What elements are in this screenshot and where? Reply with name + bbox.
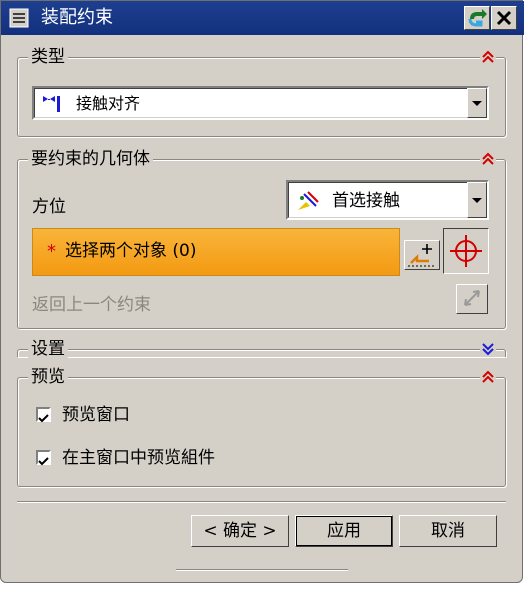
collapse-icon[interactable] <box>480 151 496 167</box>
settings-group-label[interactable]: 设置 <box>28 337 68 361</box>
preferred-touch-icon <box>298 191 319 210</box>
preview-group: 预览 预览窗口 在主窗口中预览組件 <box>17 365 506 487</box>
apply-button[interactable]: 应用 <box>295 515 393 547</box>
type-select-value: 接触对齐 <box>76 94 141 113</box>
preview-in-main-window-checkbox[interactable] <box>36 450 51 466</box>
collapse-icon[interactable] <box>480 49 496 65</box>
expand-icon[interactable] <box>480 341 496 357</box>
add-object-button[interactable] <box>404 240 440 270</box>
preview-window-checkbox[interactable] <box>36 407 51 423</box>
cancel-button[interactable]: 取消 <box>399 515 497 547</box>
type-dropdown-button[interactable] <box>467 88 487 118</box>
chevron-down-icon <box>472 101 482 106</box>
collapse-icon[interactable] <box>480 369 496 385</box>
window-title: 装配约束 <box>41 7 113 28</box>
assembly-constraint-dialog: 装配约束 类型 接触对齐 要约束的几何体 方位 首选接触 * 选择两个对象 (0… <box>0 0 524 583</box>
select-target-button[interactable] <box>443 228 489 274</box>
type-select[interactable]: 接触对齐 <box>32 86 489 120</box>
geometry-group: 要约束的几何体 方位 首选接触 * 选择两个对象 (0) 返回上一个约束 <box>17 147 506 329</box>
select-objects-prompt: 选择两个对象 (0) <box>65 241 197 261</box>
orientation-dropdown-button[interactable] <box>467 182 487 218</box>
back-to-previous-constraint: 返回上一个约束 <box>32 295 151 315</box>
orientation-value: 首选接触 <box>332 191 400 211</box>
reverse-last-constraint-button <box>456 284 488 314</box>
touch-align-icon <box>43 96 60 112</box>
close-button[interactable] <box>491 6 517 30</box>
geometry-group-label: 要约束的几何体 <box>28 147 153 171</box>
resize-grip[interactable] <box>176 569 348 571</box>
type-group-label: 类型 <box>28 45 68 69</box>
title-bar[interactable]: 装配约束 <box>1 1 524 35</box>
check-icon <box>38 414 49 423</box>
separator <box>17 501 506 503</box>
orientation-label: 方位 <box>32 197 66 217</box>
menu-icon[interactable] <box>9 8 29 28</box>
reverse-arrows-icon <box>464 290 480 306</box>
select-objects-field[interactable]: * 选择两个对象 (0) <box>32 228 400 276</box>
preview-in-main-window-label[interactable]: 在主窗口中预览組件 <box>62 447 215 469</box>
return-button[interactable] <box>464 6 490 30</box>
add-selection-icon <box>408 244 436 267</box>
orientation-select[interactable]: 首选接触 <box>286 180 489 220</box>
preview-group-label: 预览 <box>28 365 68 389</box>
crosshair-icon <box>450 235 482 267</box>
chevron-down-icon <box>472 198 482 203</box>
close-icon <box>496 10 512 26</box>
ok-button[interactable]: < 确定 > <box>191 515 289 547</box>
required-star-icon: * <box>47 241 56 262</box>
check-icon <box>38 457 49 466</box>
return-icon <box>468 9 487 27</box>
type-group: 类型 接触对齐 <box>17 45 506 137</box>
settings-group: 设置 <box>17 337 506 361</box>
preview-window-label[interactable]: 预览窗口 <box>62 404 130 426</box>
